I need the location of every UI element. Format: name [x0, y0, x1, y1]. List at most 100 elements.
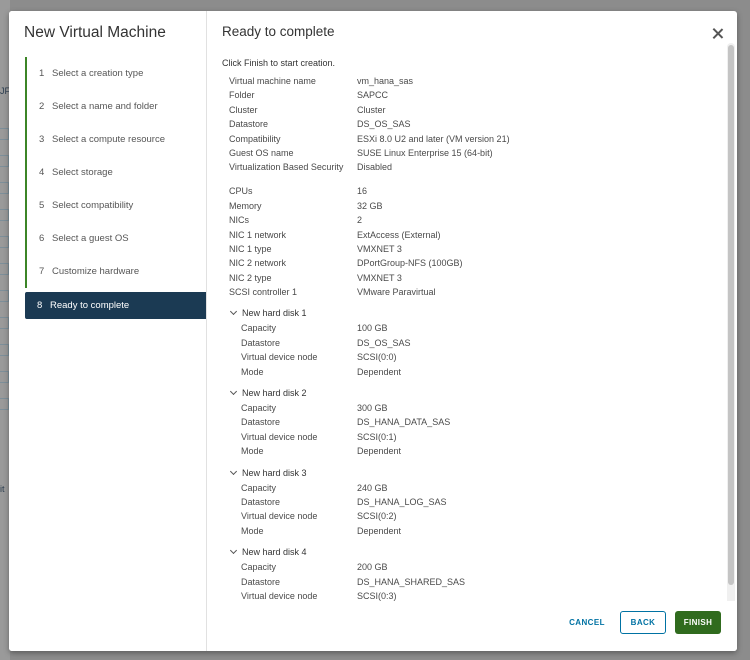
summary-row: NIC 1 network ExtAccess (External) — [222, 230, 712, 244]
summary-value: Cluster — [357, 104, 386, 115]
step-label: Ready to complete — [50, 300, 130, 311]
disk-value: Dependent — [357, 366, 402, 377]
summary-key: Cluster — [229, 104, 258, 115]
summary-value: VMware Paravirtual — [357, 287, 436, 298]
summary-value: SUSE Linux Enterprise 15 (64-bit) — [357, 147, 493, 158]
chevron-down-icon[interactable] — [229, 547, 238, 555]
scrollbar[interactable] — [727, 43, 735, 613]
disk-key: Datastore — [241, 576, 281, 587]
summary-row: SCSI controller 1 VMware Paravirtual — [222, 287, 712, 301]
disk-value: SCSI(0:0) — [357, 352, 397, 363]
disk-row: Virtual device node SCSI(0:2) — [222, 511, 712, 525]
summary-value: vm_hana_sas — [357, 76, 414, 86]
disk-key: Virtual device node — [241, 511, 318, 522]
step-label: Select a compute resource — [52, 134, 166, 145]
dialog-footer: CANCEL BACK FINISH — [207, 601, 737, 651]
summary-value: VMXNET 3 — [357, 243, 402, 254]
wizard-step-1[interactable]: 1 Select a creation type — [25, 57, 206, 90]
summary-row: Guest OS name SUSE Linux Enterprise 15 (6… — [222, 148, 712, 162]
summary-row: Datastore DS_OS_SAS — [222, 119, 712, 133]
summary-key: Datastore — [229, 119, 269, 130]
summary-value: DS_OS_SAS — [357, 119, 411, 130]
wizard-step-7[interactable]: 7 Customize hardware — [25, 255, 206, 288]
step-number: 3 — [39, 134, 45, 145]
disk-key: Datastore — [241, 496, 281, 507]
disk-key: Virtual device node — [241, 352, 318, 363]
disk-value: DS_HANA_SHARED_SAS — [357, 576, 466, 587]
summary-value: ESXi 8.0 U2 and later (VM version 21) — [357, 133, 510, 144]
intro-text: Click Finish to start creation. — [222, 58, 336, 68]
cancel-button[interactable]: CANCEL — [562, 611, 612, 634]
summary-key: NICs — [229, 215, 249, 226]
disk-row: Datastore DS_OS_SAS — [222, 338, 712, 352]
summary-key: Guest OS name — [229, 147, 294, 158]
wizard-sidebar: New Virtual Machine 1 Select a creation t… — [9, 11, 207, 651]
disk-key: Capacity — [241, 562, 277, 573]
step-number: 8 — [37, 300, 43, 311]
step-number: 7 — [39, 266, 45, 277]
scrollbar-thumb[interactable] — [728, 45, 734, 585]
summary-list: Virtual machine name vm_hana_sas Folder SAP… — [222, 76, 712, 301]
disk-title: New hard disk 4 — [242, 547, 307, 558]
summary-key: Virtualization Based Security — [229, 162, 344, 173]
summary-row: CPUs 16 — [222, 186, 712, 200]
summary-value: 2 — [357, 215, 363, 226]
disk-header[interactable]: New hard disk 4 — [222, 547, 712, 562]
disk-row: Mode Dependent — [222, 446, 712, 460]
disk-key: Virtual device node — [241, 431, 318, 442]
disk-row: Mode Dependent — [222, 526, 712, 540]
chevron-down-icon[interactable] — [229, 308, 238, 316]
disk-section: New hard disk 2 Capacity 300 GB Datastore DS… — [222, 387, 712, 461]
wizard-step-2[interactable]: 2 Select a name and folder — [25, 90, 206, 123]
disk-title: New hard disk 1 — [242, 308, 307, 319]
back-button[interactable]: BACK — [620, 611, 666, 634]
background-checkbox — [0, 344, 9, 356]
summary-key: CPUs — [229, 186, 253, 197]
chevron-down-icon[interactable] — [229, 467, 238, 475]
disk-header[interactable]: New hard disk 1 — [222, 308, 712, 323]
step-number: 6 — [39, 233, 45, 244]
disk-key: Mode — [241, 446, 264, 457]
summary-panel[interactable]: Click Finish to start creation. Virtual … — [222, 53, 712, 608]
disk-title: New hard disk 2 — [242, 388, 307, 399]
step-label: Select compatibility — [52, 200, 134, 211]
wizard-step-3[interactable]: 3 Select a compute resource — [25, 123, 206, 156]
finish-button[interactable]: FINISH — [675, 611, 721, 634]
wizard-step-4[interactable]: 4 Select storage — [25, 156, 206, 189]
background-checkbox — [0, 371, 9, 383]
step-number: 5 — [39, 200, 45, 211]
summary-row: Virtualization Based Security Disabled — [222, 162, 712, 186]
background-text: it — [0, 484, 5, 494]
background-checkbox — [0, 155, 9, 167]
step-label: Select a creation type — [52, 68, 144, 79]
disk-key: Mode — [241, 366, 264, 377]
disk-header[interactable]: New hard disk 2 — [222, 387, 712, 403]
chevron-down-icon[interactable] — [229, 387, 238, 396]
disk-row: Capacity 200 GB — [222, 562, 712, 576]
disk-value: DS_OS_SAS — [357, 337, 411, 348]
close-icon[interactable] — [711, 27, 725, 41]
disk-row: Virtual device node SCSI(0:0) — [222, 352, 712, 366]
wizard-step-8[interactable]: 8 Ready to complete — [25, 292, 206, 319]
summary-key: NIC 2 type — [229, 272, 272, 283]
disk-section: New hard disk 3 Capacity 240 GB Datastore DS… — [222, 467, 712, 541]
disk-value: Dependent — [357, 446, 402, 457]
background-checkbox — [0, 317, 9, 329]
step-number: 4 — [39, 167, 45, 178]
disk-row: Capacity 100 GB — [222, 323, 712, 337]
summary-key: NIC 2 network — [229, 258, 287, 269]
wizard-step-6[interactable]: 6 Select a guest OS — [25, 222, 206, 255]
disk-value: 240 GB — [357, 482, 388, 493]
summary-row: Folder SAPCC — [222, 90, 712, 104]
disk-row: Mode Dependent — [222, 367, 712, 381]
summary-value: VMXNET 3 — [357, 272, 402, 283]
summary-key: Folder — [229, 90, 255, 101]
disk-key: Mode — [241, 525, 264, 536]
background-checkbox — [0, 290, 9, 302]
disk-key: Datastore — [241, 337, 281, 348]
disk-row: Datastore DS_HANA_SHARED_SAS — [222, 577, 712, 591]
disk-header[interactable]: New hard disk 3 — [222, 467, 712, 483]
summary-key: SCSI controller 1 — [229, 287, 298, 298]
step-label: Customize hardware — [52, 266, 140, 277]
wizard-step-5[interactable]: 5 Select compatibility — [25, 189, 206, 222]
